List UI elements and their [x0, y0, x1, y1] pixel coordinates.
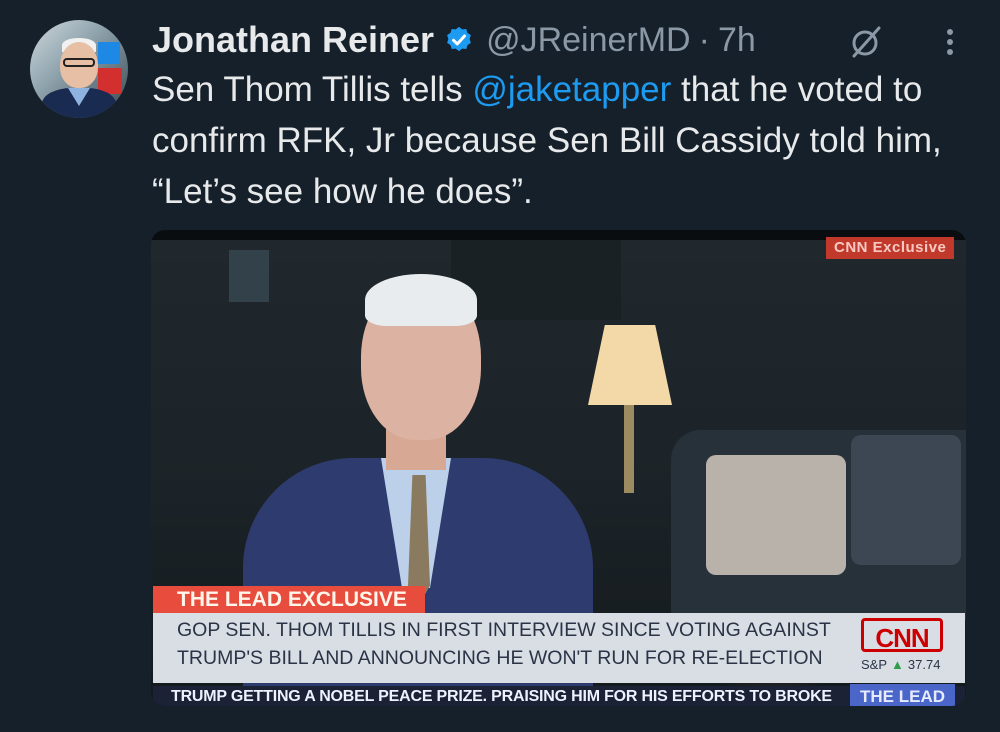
mention-link[interactable]: @jaketapper — [472, 70, 671, 109]
timestamp[interactable]: 7h — [718, 21, 756, 60]
author-handle[interactable]: @JReinerMD — [486, 21, 691, 60]
verified-badge-icon[interactable] — [444, 25, 474, 55]
up-arrow-icon: ▲ — [891, 657, 904, 672]
cnn-exclusive-tag: CNN Exclusive — [826, 237, 955, 259]
tweet-media-image[interactable]: CNN Exclusive THE LEAD EXCLUSIVE GOP SEN… — [151, 230, 966, 706]
lower-third-banner: GOP SEN. THOM TILLIS IN FIRST INTERVIEW … — [153, 613, 965, 683]
avatar[interactable] — [30, 20, 128, 118]
market-ticker: S&P ▲ 37.74 — [861, 657, 940, 672]
tweet-header: Jonathan Reiner @JReinerMD · 7h — [152, 16, 756, 64]
market-label: S&P — [861, 657, 888, 672]
more-options-icon[interactable] — [936, 22, 964, 62]
tweet-text-part: Sen Thom Tillis tells — [152, 70, 473, 109]
market-value: 37.74 — [907, 657, 941, 672]
cnn-logo: CNN — [861, 618, 943, 653]
grok-icon[interactable] — [846, 22, 886, 62]
tweet-text: Sen Thom Tillis tells @jaketapper that h… — [152, 64, 972, 217]
news-crawl: TRUMP GETTING A NOBEL PEACE PRIZE. PRAIS… — [153, 684, 965, 706]
crawl-text: TRUMP GETTING A NOBEL PEACE PRIZE. PRAIS… — [171, 688, 832, 705]
separator-dot: · — [698, 20, 710, 59]
author-name[interactable]: Jonathan Reiner — [152, 19, 434, 61]
crawl-show-tag: THE LEAD — [850, 684, 955, 706]
lead-exclusive-tag: THE LEAD EXCLUSIVE — [153, 586, 425, 614]
lower-third-line-2: TRUMP'S BILL AND ANNOUNCING HE WON'T RUN… — [177, 647, 823, 669]
lower-third-line-1: GOP SEN. THOM TILLIS IN FIRST INTERVIEW … — [177, 619, 831, 641]
